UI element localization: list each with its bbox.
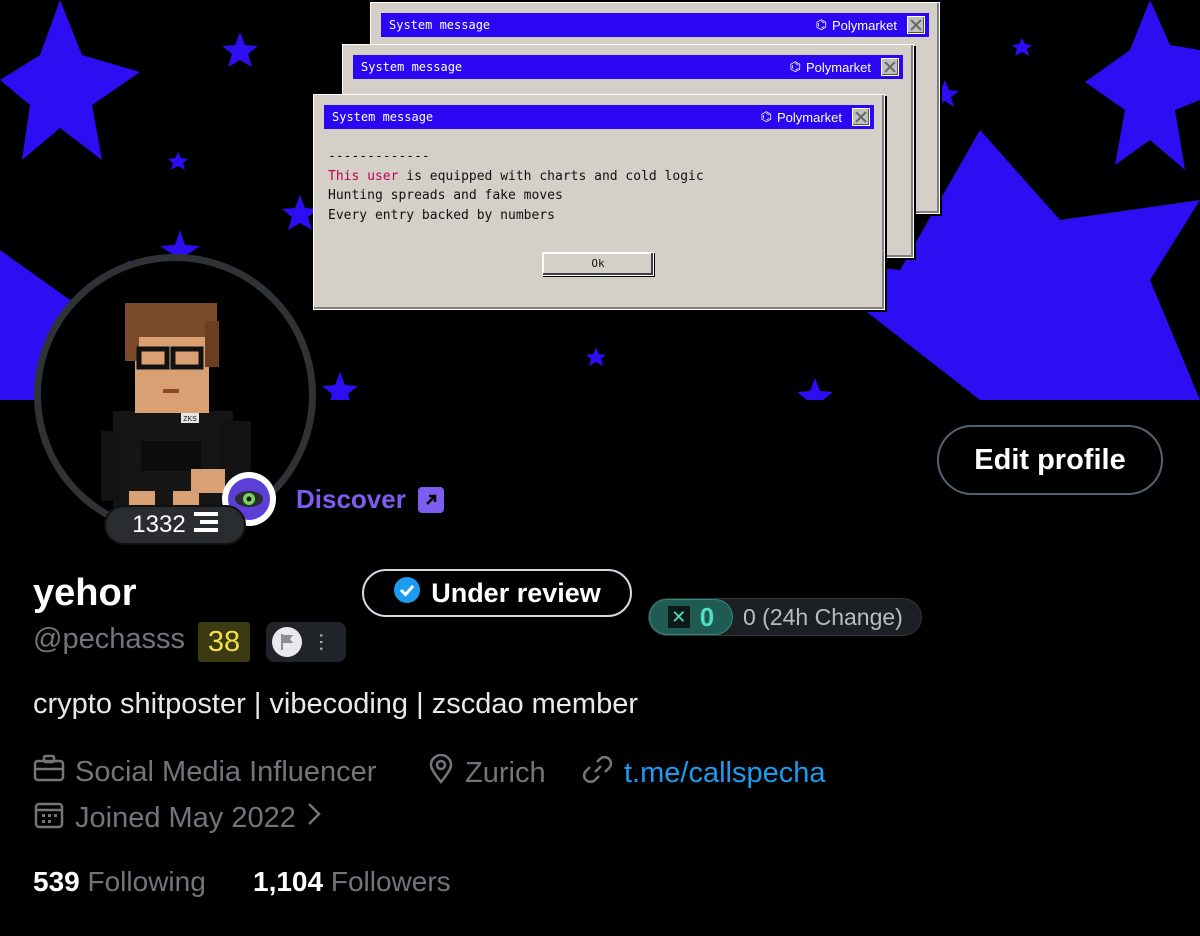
following-label: Following — [87, 866, 206, 897]
score-pill[interactable]: 1332 — [104, 505, 246, 545]
followers-count: 1,104 — [253, 866, 324, 897]
polymarket-icon: ⌬ — [815, 17, 827, 32]
followers-label: Followers — [330, 866, 451, 897]
chevron-right-icon — [306, 801, 322, 835]
token-change-pill[interactable]: ✕ 0 0 (24h Change) — [648, 598, 922, 636]
arrow-up-right-icon — [417, 486, 444, 513]
close-icon[interactable] — [907, 16, 925, 34]
followers-link[interactable]: 1,104 Followers — [253, 866, 451, 898]
ok-button[interactable]: Ok — [542, 252, 654, 276]
edit-profile-button[interactable]: Edit profile — [937, 425, 1163, 495]
bio: crypto shitposter | vibecoding | zscdao … — [33, 688, 639, 720]
calendar-icon — [33, 799, 65, 837]
following-link[interactable]: 539 Following — [33, 866, 206, 898]
dialog-message: ------------- This user is equipped with… — [328, 149, 704, 223]
window-title: System message — [389, 18, 491, 32]
display-name: yehor — [33, 572, 137, 614]
window-title: System message — [332, 110, 434, 124]
following-count: 539 — [33, 866, 80, 897]
score-value: 1332 — [132, 511, 186, 538]
briefcase-icon — [33, 754, 65, 790]
website-link[interactable]: t.me/callspecha — [582, 754, 826, 792]
verified-badge-icon — [393, 576, 421, 611]
polymarket-brand: ⌬ Polymarket — [815, 17, 897, 33]
polymarket-brand: ⌬ Polymarket — [760, 109, 842, 125]
polymarket-icon: ⌬ — [789, 59, 801, 74]
profile-category: Social Media Influencer — [33, 754, 376, 790]
username-handle: @pechasss — [33, 623, 185, 655]
website-url[interactable]: t.me/callspecha — [624, 757, 826, 790]
window-titlebar: System message ⌬ Polymarket — [381, 13, 929, 37]
discover-link[interactable]: Discover — [296, 484, 444, 515]
link-icon — [582, 754, 614, 792]
window-titlebar: System message ⌬ Polymarket — [353, 55, 903, 79]
join-date[interactable]: Joined May 2022 — [33, 799, 322, 837]
discover-label: Discover — [296, 484, 406, 514]
svg-text:ZKS: ZKS — [183, 416, 197, 423]
token-24h-change: 0 (24h Change) — [743, 603, 903, 630]
highlight-text: This user — [328, 168, 399, 184]
system-message-dialog: System message ⌬ Polymarket -------------… — [313, 94, 885, 310]
flag-menu[interactable]: ⋯ — [266, 622, 346, 662]
window-titlebar: System message ⌬ Polymarket — [324, 105, 874, 129]
location: Zurich — [427, 753, 546, 792]
flag-icon — [272, 627, 302, 657]
verification-status-button[interactable]: Under review — [362, 569, 632, 617]
x-token-icon: ✕ — [667, 606, 690, 628]
close-icon[interactable] — [881, 58, 899, 76]
close-icon[interactable] — [852, 108, 870, 126]
location-pin-icon — [427, 753, 455, 792]
window-title: System message — [361, 60, 463, 74]
more-options-icon[interactable]: ⋯ — [310, 632, 332, 652]
verification-label: Under review — [431, 577, 601, 608]
level-badge[interactable]: 38 — [198, 622, 250, 662]
token-value-chip: ✕ 0 — [649, 599, 733, 635]
polymarket-icon: ⌬ — [760, 109, 772, 124]
token-value: 0 — [699, 601, 715, 632]
layers-icon — [193, 511, 218, 540]
polymarket-brand: ⌬ Polymarket — [789, 59, 871, 75]
